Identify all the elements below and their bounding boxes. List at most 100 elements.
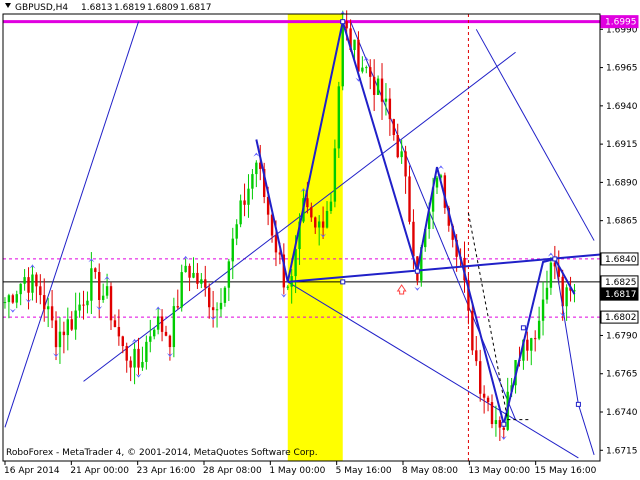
candle-body	[211, 307, 215, 311]
candle-body	[204, 279, 207, 288]
price-label-text: 1.6802	[605, 313, 637, 323]
y-tick-label: 1.6765	[606, 370, 638, 380]
candle-body	[498, 420, 502, 428]
candle-body	[314, 217, 317, 228]
low-price: 1.6809	[147, 3, 179, 13]
y-tick-label: 1.6915	[606, 140, 638, 150]
price-label-text: 1.6825	[605, 278, 637, 288]
candle-body	[66, 319, 70, 336]
candle-body	[361, 67, 364, 72]
candle-body	[533, 338, 537, 340]
candle-body	[357, 39, 360, 72]
candle-body	[329, 201, 333, 211]
candle-body	[235, 224, 238, 239]
y-tick-label: 1.6940	[606, 102, 638, 112]
candle-body	[172, 306, 176, 348]
candle-body	[94, 268, 97, 273]
x-tick-label: 15 May 16:00	[535, 466, 597, 476]
candle-body	[141, 361, 144, 368]
candle-body	[247, 188, 250, 205]
candle-body	[479, 361, 482, 394]
candle-body	[400, 151, 403, 158]
candle-body	[31, 274, 34, 293]
wave-marker	[552, 256, 558, 262]
candle-body	[86, 300, 89, 306]
candle-body	[317, 221, 321, 228]
candle-body	[129, 360, 132, 368]
candle-body	[35, 274, 38, 287]
candle-body	[145, 341, 148, 362]
candle-body	[180, 272, 183, 308]
candle-body	[353, 39, 356, 51]
candle-body	[274, 235, 278, 253]
candle-body	[105, 286, 109, 296]
candle-body	[149, 336, 152, 342]
candle-body	[333, 148, 337, 202]
candle-body	[90, 268, 93, 301]
candle	[11, 293, 15, 304]
wave-marker	[340, 19, 346, 25]
candle-body	[19, 283, 22, 295]
candle-body	[502, 427, 505, 430]
price-label-text: 1.6840	[605, 255, 637, 265]
candle	[333, 139, 337, 208]
candle-body	[58, 331, 62, 348]
close-price: 1.6817	[180, 3, 212, 13]
x-tick-label: 28 Apr 08:00	[203, 466, 262, 476]
candle-body	[227, 261, 231, 288]
candle-body	[565, 287, 568, 307]
candle-body	[153, 329, 156, 337]
candle-body	[11, 295, 15, 303]
candle-body	[549, 262, 553, 288]
candle-body	[125, 346, 128, 361]
candle-body	[392, 119, 395, 136]
candle-body	[101, 295, 105, 300]
wave-marker	[414, 268, 420, 274]
candle-body	[475, 350, 478, 362]
candle-body	[39, 286, 42, 296]
x-tick-label: 23 Apr 16:00	[137, 466, 196, 476]
candle-body	[196, 272, 199, 284]
candle-body	[27, 277, 30, 293]
candle-body	[408, 176, 411, 222]
x-tick-label: 13 May 00:00	[468, 466, 530, 476]
candle-body	[156, 316, 160, 330]
candle-body	[251, 174, 254, 189]
candle-body	[23, 277, 26, 284]
candle-body	[471, 310, 474, 351]
candle-body	[530, 338, 533, 351]
copyright-text: RoboForex - MetaTrader 4, © 2001-2014, M…	[6, 448, 318, 458]
candle-body	[121, 336, 124, 347]
candle-body	[43, 295, 46, 310]
candle-body	[219, 302, 223, 310]
candle-body	[321, 221, 325, 228]
price-label-text: 1.6817	[605, 290, 637, 300]
x-tick-label: 1 May 00:00	[269, 466, 325, 476]
candle-body	[117, 326, 121, 337]
candle-body	[113, 320, 117, 327]
candle-body	[223, 287, 227, 303]
candle-body	[215, 309, 219, 311]
candle-body	[243, 200, 246, 205]
candle-body	[365, 67, 368, 69]
candle-body	[435, 177, 439, 188]
candle-body	[372, 76, 376, 95]
candle-body	[341, 21, 344, 87]
candle-body	[62, 331, 66, 336]
chart-header: GBPUSD,H4 1.6813 1.6819 1.6809 1.6817	[5, 3, 212, 13]
candle-body	[168, 335, 172, 348]
candle-body	[208, 287, 211, 308]
candle-body	[160, 316, 164, 332]
candle-body	[526, 339, 529, 351]
y-tick-label: 1.6740	[606, 408, 638, 418]
candle-body	[369, 67, 372, 77]
price-label-text: 1.6995	[605, 18, 637, 28]
candle-body	[188, 265, 191, 278]
candle-body	[192, 272, 195, 278]
candle-body	[306, 198, 309, 208]
gbpusd-h4-chart[interactable]: 1.69901.69651.69401.69151.68901.68651.68…	[0, 0, 640, 480]
candle-body	[137, 348, 140, 368]
y-tick-label: 1.6890	[606, 178, 638, 188]
open-price: 1.6813	[81, 3, 113, 13]
wave-marker	[340, 279, 346, 285]
